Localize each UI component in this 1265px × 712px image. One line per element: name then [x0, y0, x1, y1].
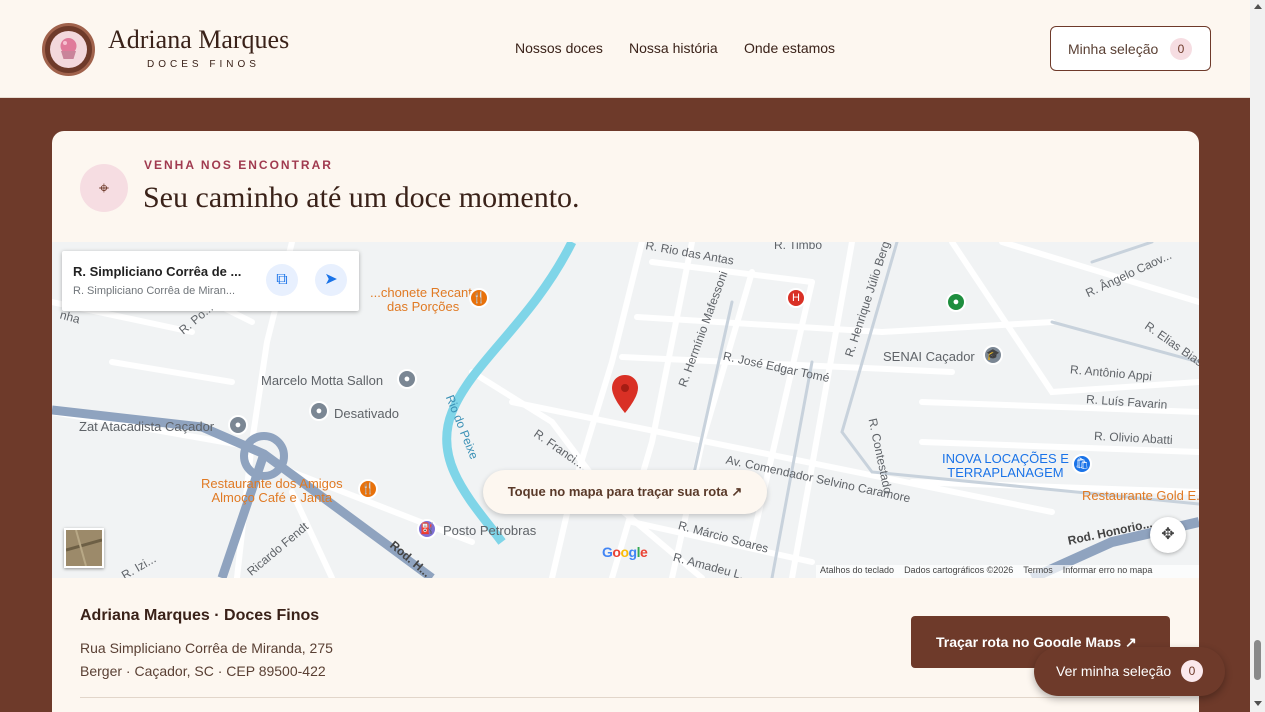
map-place-card: R. Simpliciano Corrêa de ... R. Simplici…: [62, 251, 359, 311]
scroll-up-arrow-icon[interactable]: [1254, 4, 1262, 9]
address-line-1: Rua Simpliciano Corrêa de Miranda, 275: [80, 640, 333, 656]
my-selection-button[interactable]: Minha seleção 0: [1050, 26, 1211, 71]
terms-link[interactable]: Termos: [1023, 565, 1053, 575]
gas-station-icon[interactable]: ⛽: [417, 519, 437, 539]
section-eyebrow: VENHA NOS ENCONTRAR: [144, 158, 333, 172]
location-card: ⌖ VENHA NOS ENCONTRAR Seu caminho até um…: [52, 131, 1199, 712]
scroll-thumb[interactable]: [1254, 640, 1261, 680]
school-icon[interactable]: 🎓: [983, 345, 1003, 365]
directions-icon[interactable]: ➤: [315, 264, 347, 296]
satellite-thumbnail-icon: [66, 530, 102, 566]
place-title: R. Simpliciano Corrêa de ...: [73, 264, 242, 279]
poi-desativado[interactable]: Desativado: [334, 406, 399, 421]
shop-icon[interactable]: 🛍: [1072, 454, 1092, 474]
map-data-text: Dados cartográficos ©2026: [904, 565, 1014, 575]
place-icon[interactable]: ●: [397, 369, 417, 389]
place-icon[interactable]: ●: [228, 415, 248, 435]
poi-zat[interactable]: Zat Atacadista Caçador: [79, 419, 214, 434]
google-logo: Google: [602, 544, 648, 560]
fullscreen-icon[interactable]: ✥: [1150, 517, 1186, 553]
view-selection-fab[interactable]: Ver minha seleção 0: [1034, 647, 1225, 696]
nav-nossos-doces[interactable]: Nossos doces: [515, 40, 603, 56]
poi-lanchonete[interactable]: ...chonete Recanto das Porções: [370, 286, 479, 314]
street-label: R. Timbó: [774, 242, 823, 252]
section-headline: Seu caminho até um doce momento.: [143, 181, 580, 214]
poi-posto[interactable]: Posto Petrobras: [443, 523, 536, 538]
poi-restaurante-amigos[interactable]: Restaurante dos Amigos Almoço Café e Jant…: [201, 477, 343, 505]
site-header: Adriana Marques DOCES FINOS Nossos doces…: [0, 0, 1250, 98]
poi-marcelo[interactable]: Marcelo Motta Sallon: [261, 373, 383, 388]
report-error-link[interactable]: Informar erro no mapa: [1063, 565, 1153, 575]
route-hint-pill[interactable]: Toque no mapa para traçar sua rota ↗: [483, 470, 767, 514]
divider: [80, 697, 1170, 698]
address-line-2: Berger · Caçador, SC · CEP 89500-422: [80, 663, 326, 679]
poi-senai[interactable]: SENAI Caçador: [883, 349, 975, 364]
cupcake-icon: [50, 31, 87, 68]
poi-gold[interactable]: Restaurante Gold E...: [1082, 488, 1199, 503]
restaurant-icon[interactable]: 🍴: [358, 479, 378, 499]
address-title: Adriana Marques · Doces Finos: [80, 607, 320, 624]
fab-count-badge: 0: [1181, 660, 1203, 682]
place-address: R. Simpliciano Corrêa de Miran...: [73, 285, 236, 297]
crosshair-icon: ⌖: [80, 164, 128, 212]
brand-name: Adriana Marques: [108, 25, 290, 54]
restaurant-icon[interactable]: 🍴: [469, 288, 489, 308]
my-selection-label: Minha seleção: [1068, 41, 1159, 57]
page-scrollbar[interactable]: [1250, 0, 1265, 712]
view-selection-label: Ver minha seleção: [1056, 663, 1172, 679]
open-external-icon[interactable]: ⧉: [266, 264, 298, 296]
map-attribution: Atalhos do teclado Dados cartográficos ©2…: [816, 565, 1199, 578]
poi-inova[interactable]: INOVA LOCAÇÕES E TERRAPLANAGEM: [942, 452, 1069, 480]
brand-logo[interactable]: [42, 23, 95, 76]
hospital-icon[interactable]: H: [786, 288, 806, 308]
nav-nossa-historia[interactable]: Nossa história: [629, 40, 718, 56]
nav-onde-estamos[interactable]: Onde estamos: [744, 40, 835, 56]
keyboard-shortcuts-link[interactable]: Atalhos do teclado: [820, 565, 894, 575]
satellite-toggle[interactable]: [64, 528, 104, 568]
selection-count-badge: 0: [1170, 38, 1192, 60]
embedded-map[interactable]: R. Simpliciano Corrêa de ... R. Simplici…: [52, 242, 1199, 578]
location-pin-icon[interactable]: [612, 375, 638, 413]
brand-subtitle: DOCES FINOS: [147, 59, 260, 70]
place-icon[interactable]: ●: [309, 401, 329, 421]
scroll-down-arrow-icon[interactable]: [1254, 701, 1262, 706]
place-icon[interactable]: ●: [946, 292, 966, 312]
